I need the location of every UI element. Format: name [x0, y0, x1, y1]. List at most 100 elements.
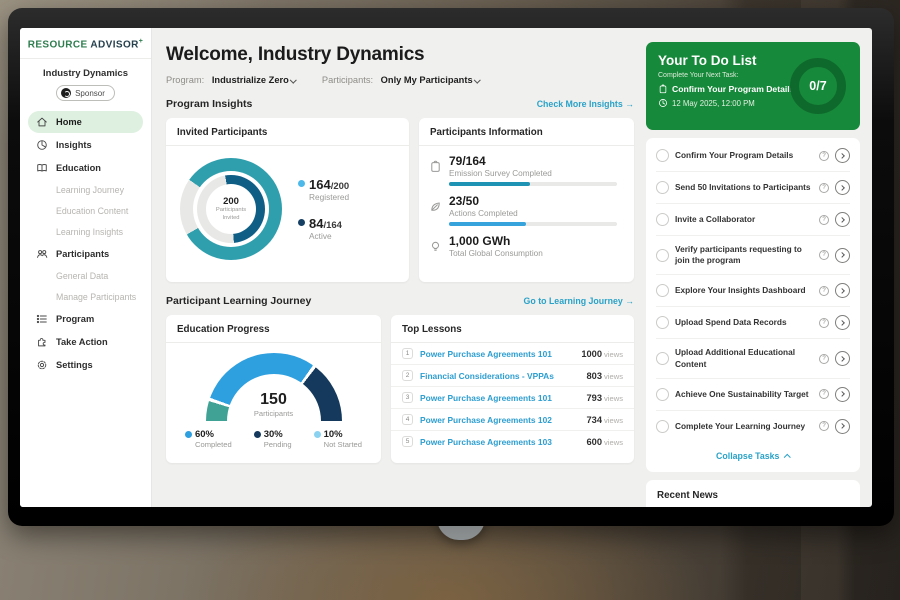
- logo-plus: +: [139, 38, 144, 45]
- lesson-link[interactable]: Power Purchase Agreements 102: [420, 415, 579, 425]
- actions-progress-bar: [449, 222, 617, 226]
- gauge-center-label: Participants: [254, 409, 293, 418]
- lesson-rank: 1: [402, 348, 413, 359]
- task-row: Upload Spend Data Records ?: [656, 307, 850, 339]
- logo-text-resource: RESOURCE: [28, 39, 88, 50]
- task-row: Explore Your Insights Dashboard ?: [656, 275, 850, 307]
- sidebar-item-participants[interactable]: Participants: [28, 243, 143, 265]
- task-open-button[interactable]: [835, 387, 850, 402]
- sidebar-item-learning-insights[interactable]: Learning Insights: [28, 222, 143, 242]
- lesson-link[interactable]: Power Purchase Agreements 103: [420, 437, 579, 447]
- task-open-button[interactable]: [835, 315, 850, 330]
- task-info-icon[interactable]: ?: [819, 286, 829, 296]
- not-started-dot-icon: [314, 431, 321, 438]
- emission-progress-bar: [449, 182, 617, 186]
- task-open-button[interactable]: [835, 148, 850, 163]
- task-open-button[interactable]: [835, 419, 850, 434]
- insights-icon: [36, 139, 48, 151]
- invited-donut-chart: 200 Participants Invited: [180, 158, 282, 260]
- lesson-row: 4 Power Purchase Agreements 102 734views: [391, 409, 634, 431]
- participants-filter[interactable]: Participants: Only My Participants: [322, 75, 480, 85]
- task-info-icon[interactable]: ?: [819, 389, 829, 399]
- program-list-icon: [36, 313, 48, 325]
- education-progress-card: Education Progress 150 Participants: [166, 315, 381, 463]
- todo-progress-count: 0/7: [809, 79, 826, 93]
- go-to-learning-journey-link[interactable]: Go to Learning Journey →: [524, 296, 634, 306]
- lesson-link[interactable]: Power Purchase Agreements 101: [420, 349, 574, 359]
- sidebar-item-home[interactable]: Home: [28, 111, 143, 133]
- todo-panel: Your To Do List Complete Your Next Task:…: [646, 42, 860, 507]
- sidebar-item-program[interactable]: Program: [28, 308, 143, 330]
- gear-icon: [36, 359, 48, 371]
- task-info-icon[interactable]: ?: [819, 354, 829, 364]
- sidebar-item-label: Program: [56, 314, 94, 324]
- todo-tasks-card: Confirm Your Program Details ? Send 50 I…: [646, 138, 860, 472]
- task-info-icon[interactable]: ?: [819, 250, 829, 260]
- task-info-icon[interactable]: ?: [819, 318, 829, 328]
- sidebar-item-label: Home: [56, 117, 82, 127]
- sidebar-item-education-content[interactable]: Education Content: [28, 201, 143, 221]
- program-filter[interactable]: Program: Industrialize Zero: [166, 75, 296, 85]
- chevron-up-icon: [785, 454, 791, 460]
- lesson-link[interactable]: Financial Considerations - VPPAs: [420, 371, 579, 381]
- lesson-link[interactable]: Power Purchase Agreements 101: [420, 393, 579, 403]
- sidebar-item-learning-journey[interactable]: Learning Journey: [28, 180, 143, 200]
- sidebar-item-label: Participants: [56, 249, 109, 259]
- page-title: Welcome, Industry Dynamics: [166, 44, 634, 66]
- sidebar-item-label: Education: [56, 163, 101, 173]
- check-more-insights-link[interactable]: Check More Insights →: [537, 99, 634, 109]
- task-open-button[interactable]: [835, 180, 850, 195]
- sidebar-item-general-data[interactable]: General Data: [28, 266, 143, 286]
- task-checkbox[interactable]: [656, 181, 669, 194]
- legend-completed: 60% Completed: [185, 429, 232, 449]
- task-open-button[interactable]: [835, 351, 850, 366]
- take-action-icon: [36, 336, 48, 348]
- task-checkbox[interactable]: [656, 213, 669, 226]
- task-checkbox[interactable]: [656, 316, 669, 329]
- task-row: Invite a Collaborator ?: [656, 204, 850, 236]
- sidebar-item-settings[interactable]: Settings: [28, 354, 143, 376]
- sponsor-badge-label: Sponsor: [75, 89, 105, 98]
- pending-dot-icon: [254, 431, 261, 438]
- task-row: Achieve One Sustainability Target ?: [656, 379, 850, 411]
- task-info-icon[interactable]: ?: [819, 183, 829, 193]
- task-checkbox[interactable]: [656, 388, 669, 401]
- lesson-rank: 5: [402, 436, 413, 447]
- sidebar-item-insights[interactable]: Insights: [28, 134, 143, 156]
- sponsor-badge[interactable]: Sponsor: [56, 85, 115, 101]
- clock-icon: [658, 98, 668, 108]
- task-info-icon[interactable]: ?: [819, 215, 829, 225]
- task-checkbox[interactable]: [656, 420, 669, 433]
- program-insights-header: Program Insights Check More Insights →: [166, 98, 634, 110]
- sidebar: RESOURCE ADVISOR+ Industry Dynamics Spon…: [20, 28, 152, 507]
- todo-summary-card: Your To Do List Complete Your Next Task:…: [646, 42, 860, 130]
- task-checkbox[interactable]: [656, 249, 669, 262]
- task-checkbox[interactable]: [656, 352, 669, 365]
- task-open-button[interactable]: [835, 248, 850, 263]
- education-icon: [36, 162, 48, 174]
- logo-text-advisor: ADVISOR: [90, 39, 138, 50]
- filter-bar: Program: Industrialize Zero Participants…: [166, 75, 634, 85]
- learning-journey-title: Participant Learning Journey: [166, 295, 311, 307]
- task-info-icon[interactable]: ?: [819, 421, 829, 431]
- invited-participants-card: Invited Participants 200 Participants In…: [166, 118, 409, 282]
- task-open-button[interactable]: [835, 212, 850, 227]
- sidebar-item-take-action[interactable]: Take Action: [28, 331, 143, 353]
- lesson-rank: 2: [402, 370, 413, 381]
- top-lessons-card: Top Lessons 1 Power Purchase Agreements …: [391, 315, 634, 463]
- collapse-tasks-link[interactable]: Collapse Tasks: [656, 442, 850, 470]
- main-area: Welcome, Industry Dynamics Program: Indu…: [152, 28, 872, 507]
- sidebar-item-manage-participants[interactable]: Manage Participants: [28, 287, 143, 307]
- participants-information-title: Participants Information: [419, 118, 634, 146]
- task-info-icon[interactable]: ?: [819, 151, 829, 161]
- lesson-rank: 4: [402, 414, 413, 425]
- sidebar-item-education[interactable]: Education: [28, 157, 143, 179]
- task-checkbox[interactable]: [656, 149, 669, 162]
- task-checkbox[interactable]: [656, 284, 669, 297]
- sponsor-icon: [61, 88, 71, 98]
- sidebar-item-label: Take Action: [56, 337, 108, 347]
- registered-dot-icon: [298, 180, 305, 187]
- legend-active: 84/164 Active: [298, 216, 349, 241]
- top-lessons-title: Top Lessons: [391, 315, 634, 343]
- task-open-button[interactable]: [835, 283, 850, 298]
